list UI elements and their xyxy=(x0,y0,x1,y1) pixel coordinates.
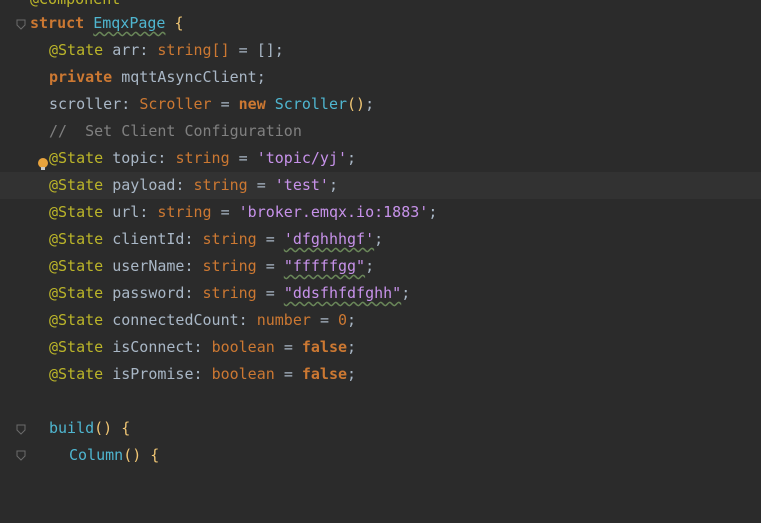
brace: { xyxy=(174,14,184,32)
field-name: connectedCount xyxy=(112,311,239,329)
type-name: string xyxy=(193,176,248,194)
class-name: Scroller xyxy=(274,95,348,113)
annotation: @State xyxy=(49,338,104,356)
code-line[interactable]: @State connectedCount: number = 0; xyxy=(0,307,761,334)
semicolon: ; xyxy=(347,338,357,356)
type-name: string xyxy=(157,203,212,221)
operator: = xyxy=(238,149,248,167)
annotation: @State xyxy=(49,311,104,329)
type-name: boolean xyxy=(211,365,275,383)
string-value: "ddsfhfdfghh" xyxy=(283,284,402,302)
annotation: @State xyxy=(49,257,104,275)
parens: () xyxy=(123,446,142,464)
annotation: @State xyxy=(49,284,104,302)
operator: = xyxy=(238,41,248,59)
brace: { xyxy=(150,446,160,464)
code-line[interactable]: @State url: string = 'broker.emqx.io:188… xyxy=(0,199,761,226)
code-line[interactable]: scroller: Scroller = new Scroller(); xyxy=(0,91,761,118)
type-name: number xyxy=(256,311,311,329)
brace: { xyxy=(121,419,131,437)
code-editor[interactable]: @Component struct EmqxPage { @State arr:… xyxy=(0,0,761,464)
field-name: isPromise xyxy=(112,365,194,383)
field-name: scroller xyxy=(49,95,122,113)
operator: = xyxy=(256,176,266,194)
annotation: @State xyxy=(49,365,104,383)
type-name: Scroller xyxy=(139,95,212,113)
type-name: string xyxy=(202,284,257,302)
semicolon: ; xyxy=(274,41,284,59)
code-line-blank[interactable] xyxy=(0,388,761,415)
annotation: @State xyxy=(49,41,104,59)
semicolon: ; xyxy=(374,230,384,248)
string-value: 'topic/yj' xyxy=(256,149,348,167)
class-name: Column xyxy=(69,446,124,464)
type-name: string[] xyxy=(157,41,230,59)
operator: = xyxy=(265,230,275,248)
annotation: @Component xyxy=(30,0,120,8)
code-line[interactable]: @State clientId: string = 'dfghhhgf'; xyxy=(0,226,761,253)
code-line-current[interactable]: @State payload: string = 'test'; xyxy=(0,172,761,199)
field-name: clientId xyxy=(112,230,185,248)
field-name: url xyxy=(112,203,140,221)
operator: = xyxy=(265,284,275,302)
code-line[interactable]: @State topic: string = 'topic/yj'; xyxy=(0,145,761,172)
operator: = xyxy=(283,338,293,356)
type-name: string xyxy=(175,149,230,167)
field-name: arr xyxy=(112,41,140,59)
string-value: 'test' xyxy=(274,176,329,194)
code-line[interactable]: // Set Client Configuration xyxy=(0,118,761,145)
comment: // Set Client Configuration xyxy=(49,122,302,140)
semicolon: ; xyxy=(347,311,357,329)
semicolon: ; xyxy=(401,284,411,302)
code-line[interactable]: @State arr: string[] = []; xyxy=(0,37,761,64)
code-line[interactable]: @State password: string = "ddsfhfdfghh"; xyxy=(0,280,761,307)
semicolon: ; xyxy=(347,365,357,383)
field-name: userName xyxy=(112,257,185,275)
value: [] xyxy=(256,41,275,59)
boolean-value: false xyxy=(301,338,348,356)
semicolon: ; xyxy=(365,257,375,275)
keyword: new xyxy=(238,95,266,113)
semicolon: ; xyxy=(365,95,375,113)
type-name: boolean xyxy=(211,338,275,356)
type-name: string xyxy=(202,230,257,248)
semicolon: ; xyxy=(328,176,338,194)
field-name: payload xyxy=(112,176,176,194)
boolean-value: false xyxy=(301,365,348,383)
field-name: topic xyxy=(112,149,158,167)
struct-name: EmqxPage xyxy=(93,14,166,32)
keyword: private xyxy=(49,68,113,86)
operator: = xyxy=(220,95,230,113)
code-line[interactable]: build() { xyxy=(0,415,761,442)
operator: = xyxy=(319,311,329,329)
code-line[interactable]: struct EmqxPage { xyxy=(0,10,761,37)
number-value: 0 xyxy=(338,311,348,329)
string-value: 'dfghhhgf' xyxy=(283,230,375,248)
code-line[interactable]: @State userName: string = "fffffgg"; xyxy=(0,253,761,280)
code-line[interactable]: private mqttAsyncClient; xyxy=(0,64,761,91)
parens: () xyxy=(94,419,113,437)
string-value: "fffffgg" xyxy=(283,257,366,275)
field-name: password xyxy=(112,284,185,302)
keyword: struct xyxy=(30,14,85,32)
code-line[interactable]: @State isPromise: boolean = false; xyxy=(0,361,761,388)
code-line[interactable]: @State isConnect: boolean = false; xyxy=(0,334,761,361)
field-name: isConnect xyxy=(112,338,194,356)
annotation: @State xyxy=(49,176,104,194)
annotation: @State xyxy=(49,149,104,167)
type-name: string xyxy=(202,257,257,275)
operator: = xyxy=(265,257,275,275)
code-line[interactable]: Column() { xyxy=(0,442,761,469)
operator: = xyxy=(220,203,230,221)
semicolon: ; xyxy=(347,149,357,167)
field-name: mqttAsyncClient xyxy=(121,68,257,86)
semicolon: ; xyxy=(428,203,438,221)
string-value: 'broker.emqx.io:1883' xyxy=(238,203,429,221)
semicolon: ; xyxy=(256,68,266,86)
annotation: @State xyxy=(49,230,104,248)
method-name: build xyxy=(49,419,95,437)
operator: = xyxy=(283,365,293,383)
annotation: @State xyxy=(49,203,104,221)
parens: () xyxy=(347,95,366,113)
